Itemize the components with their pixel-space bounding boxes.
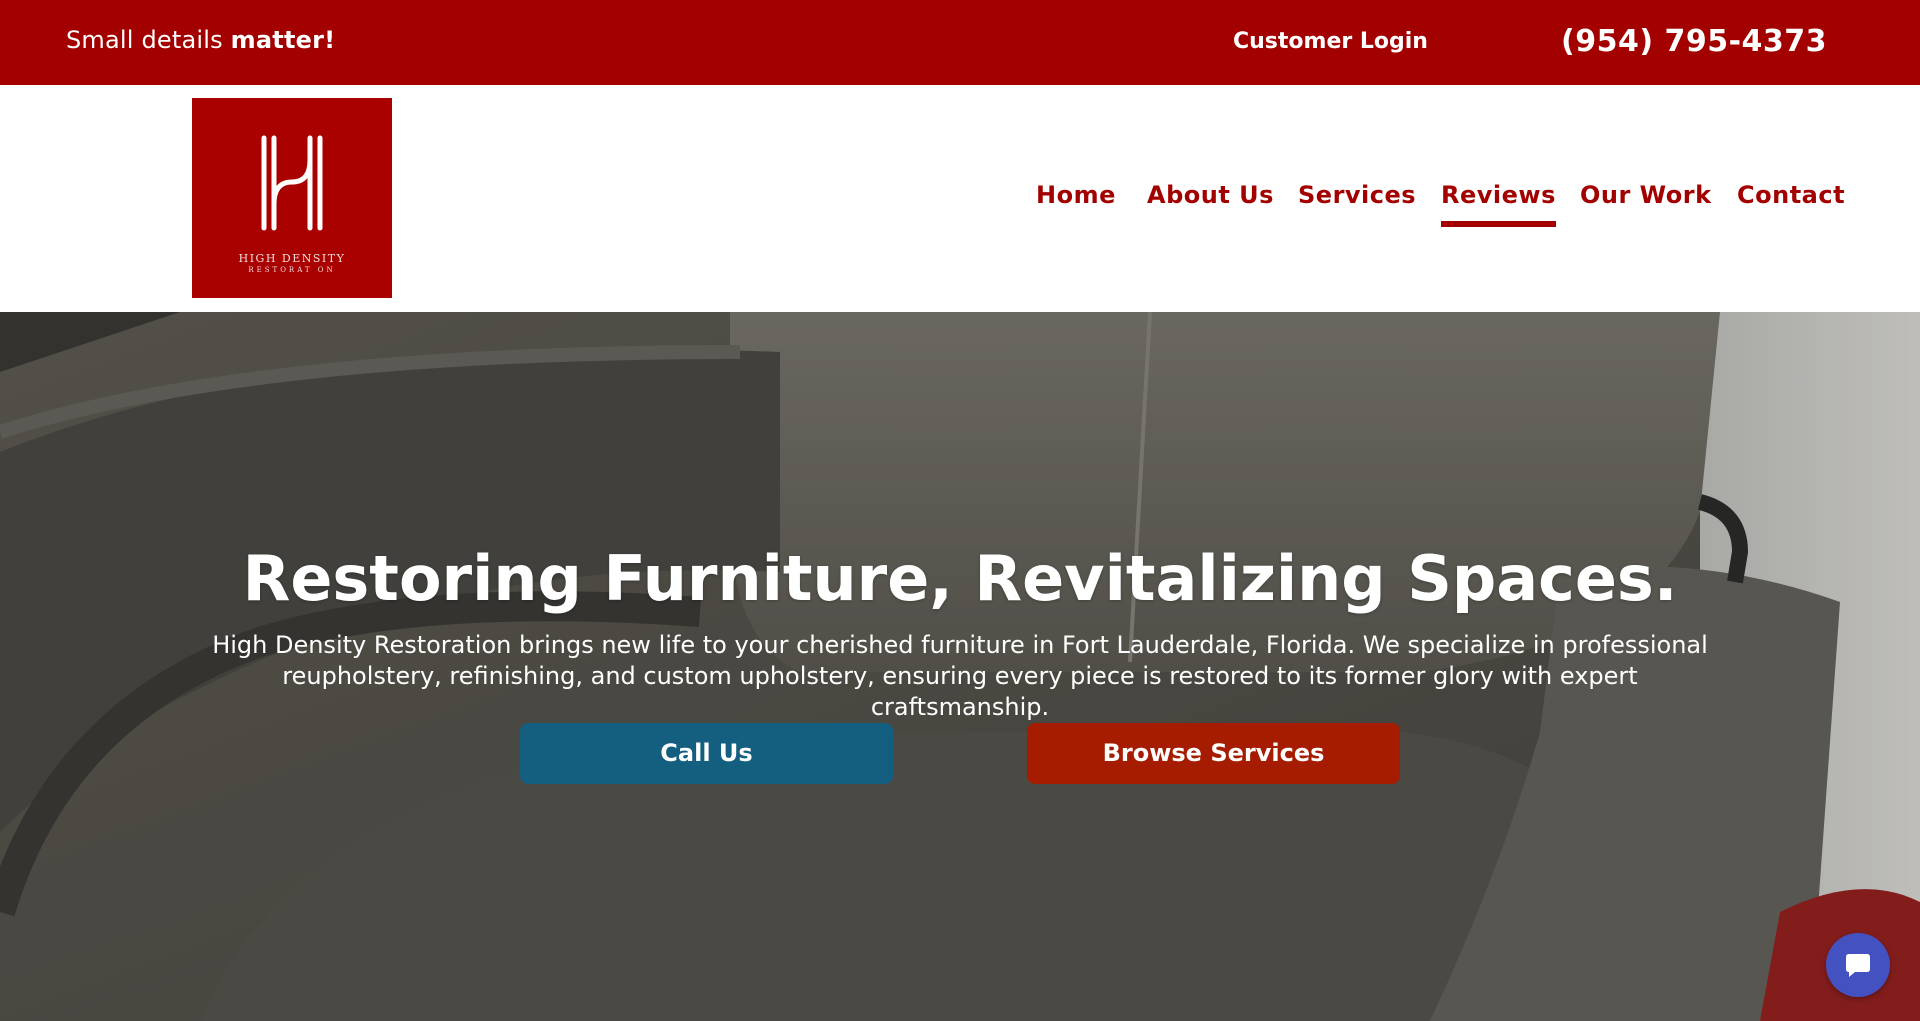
main-nav: Home About Us Services Reviews Our Work … [0,85,1920,312]
site-header: HIGH DENSITY RESTORAT ON Home About Us S… [0,85,1920,312]
nav-reviews[interactable]: Reviews [1441,181,1556,227]
tagline: Small details matter! [66,26,335,54]
hero-title: Restoring Furniture, Revitalizing Spaces… [242,542,1678,615]
hero-section: Restoring Furniture, Revitalizing Spaces… [0,312,1920,1021]
phone-link[interactable]: (954) 795-4373 [1561,24,1827,59]
customer-login-link[interactable]: Customer Login [1233,29,1428,54]
call-us-button[interactable]: Call Us [520,723,893,784]
tagline-text: Small details [66,26,231,54]
nav-our-work[interactable]: Our Work [1580,181,1712,209]
chat-bubble-icon [1846,954,1870,977]
nav-services[interactable]: Services [1298,181,1416,209]
nav-about-us[interactable]: About Us [1147,181,1274,209]
chat-widget-button[interactable] [1826,933,1890,997]
nav-contact[interactable]: Contact [1737,181,1845,209]
hero-description: High Density Restoration brings new life… [212,631,1708,721]
tagline-emphasis: matter! [230,26,336,54]
top-bar: Small details matter! Customer Login (95… [0,0,1920,85]
nav-home[interactable]: Home [1036,181,1116,209]
browse-services-button[interactable]: Browse Services [1027,723,1400,784]
